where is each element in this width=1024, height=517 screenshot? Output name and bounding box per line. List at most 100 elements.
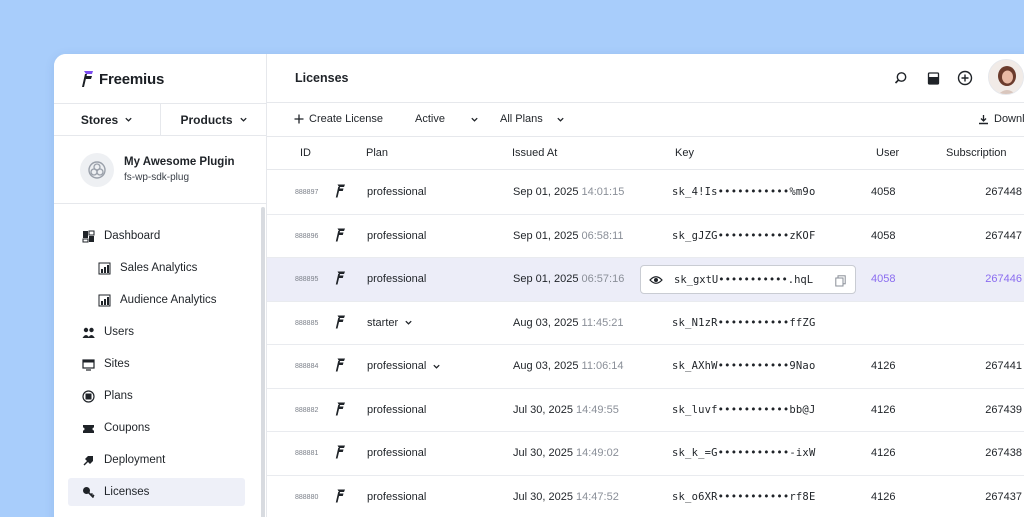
- table-row[interactable]: 888880 professional Jul 30, 2025 14:47:5…: [267, 476, 1024, 517]
- user-id-link[interactable]: 4126: [871, 404, 895, 416]
- license-key[interactable]: sk_4!Is•••••••••••%m9o: [672, 186, 815, 198]
- sidebar-item-sites[interactable]: Sites: [68, 350, 245, 378]
- plans-filter-value: All Plans: [500, 113, 543, 125]
- chart-icon: [98, 294, 111, 306]
- license-key[interactable]: sk_gxtU•••••••••••.hqL: [674, 274, 813, 286]
- download-label: Downl: [994, 113, 1024, 125]
- sidebar-nav: Dashboard Sales Analytics Audience Analy…: [68, 222, 245, 510]
- product-logo-icon: [335, 315, 346, 332]
- issued-date: Aug 03, 2025: [513, 360, 579, 372]
- license-id: 888880: [295, 493, 319, 501]
- sidebar-item-sales-analytics[interactable]: Sales Analytics: [68, 254, 245, 282]
- sidebar-item-label: Plans: [104, 390, 133, 402]
- stores-dropdown[interactable]: Stores: [54, 104, 160, 135]
- brand-logo[interactable]: Freemius: [81, 69, 164, 89]
- issued-time: 06:58:11: [581, 229, 624, 242]
- plans-filter-select[interactable]: All Plans: [500, 113, 565, 125]
- user-id-link[interactable]: 4058: [871, 186, 895, 198]
- chart-icon: [98, 262, 111, 274]
- license-key[interactable]: sk_N1zR•••••••••••ffZG: [672, 317, 815, 329]
- sidebar-item-label: Audience Analytics: [120, 294, 217, 306]
- user-id-link[interactable]: 4058: [871, 230, 895, 242]
- page-title: Licenses: [295, 71, 349, 85]
- chevron-down-icon: [405, 320, 412, 325]
- subscription-id-link[interactable]: 267447: [985, 230, 1022, 242]
- sites-icon: [82, 358, 95, 371]
- user-id-link[interactable]: 4126: [871, 360, 895, 372]
- plans-icon: [82, 389, 95, 403]
- plugin-selector[interactable]: My Awesome Plugin fs-wp-sdk-plug: [54, 136, 267, 204]
- sidebar-item-users[interactable]: Users: [68, 318, 245, 346]
- sidebar-item-label: Dashboard: [104, 230, 161, 242]
- sidebar-item-coupons[interactable]: Coupons: [68, 414, 245, 442]
- sidebar: Freemius Stores Products My Awesome Plug…: [54, 54, 267, 517]
- user-id-link[interactable]: 4058: [871, 273, 895, 285]
- product-logo-icon: [335, 184, 346, 201]
- subscription-id-link[interactable]: 267441: [985, 360, 1022, 372]
- download-button[interactable]: Downl: [978, 113, 1024, 125]
- status-filter-value: Active: [415, 113, 445, 125]
- column-header-plan[interactable]: Plan: [366, 147, 388, 159]
- create-license-button[interactable]: Create License: [294, 113, 383, 125]
- issued-date: Jul 30, 2025: [513, 447, 573, 459]
- license-id: 888882: [295, 406, 319, 414]
- table-row[interactable]: 888897 professional Sep 01, 2025 14:01:1…: [267, 171, 1024, 215]
- license-key[interactable]: sk_luvf•••••••••••bb@J: [672, 404, 815, 416]
- subscription-id-link[interactable]: 267437: [985, 491, 1022, 503]
- copy-icon[interactable]: [835, 274, 846, 292]
- sidebar-item-deployment[interactable]: Deployment: [68, 446, 245, 474]
- table-row[interactable]: 888885 starter Aug 03, 2025 11:45:21 sk_…: [267, 302, 1024, 345]
- sidebar-item-label: Coupons: [104, 422, 151, 434]
- products-dropdown[interactable]: Products: [160, 104, 267, 135]
- column-header-user[interactable]: User: [876, 147, 899, 159]
- table-row[interactable]: 888896 professional Sep 01, 2025 06:58:1…: [267, 215, 1024, 258]
- license-key[interactable]: sk_AXhW•••••••••••9Nao: [672, 360, 815, 372]
- license-id: 888881: [295, 450, 319, 457]
- column-header-key[interactable]: Key: [675, 147, 694, 159]
- subscription-id-link[interactable]: 267446: [985, 273, 1022, 285]
- table-row[interactable]: 888884 professional Aug 03, 2025 11:06:1…: [267, 345, 1024, 389]
- store-icon[interactable]: [924, 69, 942, 87]
- plan-name: professional: [367, 186, 427, 198]
- license-id: 888896: [295, 232, 319, 240]
- product-logo-icon: [335, 402, 346, 419]
- sidebar-item-plans[interactable]: Plans: [68, 382, 245, 410]
- chevron-down-icon: [125, 117, 132, 122]
- table-header: ID Plan Issued At Key User Subscription: [267, 137, 1024, 170]
- add-circle-icon[interactable]: [956, 69, 974, 87]
- column-header-issued-at[interactable]: Issued At: [512, 147, 557, 159]
- table-row-highlighted[interactable]: 888895 professional Sep 01, 2025 06:57:1…: [267, 258, 1024, 302]
- table-row[interactable]: 888881 professional Jul 30, 2025 14:49:0…: [267, 432, 1024, 476]
- license-key[interactable]: sk_gJZG•••••••••••zKOF: [672, 230, 815, 242]
- plan-name: professional: [367, 447, 427, 459]
- plugin-title: My Awesome Plugin: [124, 156, 235, 168]
- plan-name: professional: [367, 273, 427, 285]
- subscription-id-link[interactable]: 267438: [985, 447, 1022, 459]
- sidebar-scrollbar[interactable]: [261, 207, 265, 517]
- license-key[interactable]: sk_k_=G•••••••••••-ixW: [672, 447, 815, 459]
- license-key-field[interactable]: sk_gxtU•••••••••••.hqL: [640, 265, 856, 294]
- sidebar-item-licenses[interactable]: Licenses: [68, 478, 245, 506]
- subscription-id-link[interactable]: 267448: [985, 186, 1022, 198]
- license-id: 888885: [295, 319, 319, 327]
- column-header-id[interactable]: ID: [300, 147, 311, 159]
- main-content: Licenses Create License Active All Plans…: [267, 54, 1024, 517]
- issued-time: 11:06:14: [581, 360, 624, 372]
- chevron-down-icon: [239, 117, 247, 122]
- status-filter-select[interactable]: Active: [415, 113, 479, 125]
- top-bar: Licenses: [267, 54, 1024, 103]
- license-key[interactable]: sk_o6XR•••••••••••rf8E: [672, 491, 815, 503]
- search-icon[interactable]: [892, 69, 910, 87]
- user-id-link[interactable]: 4126: [871, 447, 895, 459]
- sidebar-item-dashboard[interactable]: Dashboard: [68, 222, 245, 250]
- product-logo-icon: [335, 228, 346, 245]
- user-avatar[interactable]: [988, 59, 1024, 95]
- user-id-link[interactable]: 4126: [871, 491, 895, 503]
- table-row[interactable]: 888882 professional Jul 30, 2025 14:49:5…: [267, 389, 1024, 432]
- eye-icon[interactable]: [649, 273, 663, 287]
- subscription-id-link[interactable]: 267439: [985, 404, 1022, 416]
- products-label: Products: [180, 112, 233, 127]
- issued-date: Jul 30, 2025: [513, 490, 573, 503]
- sidebar-item-audience-analytics[interactable]: Audience Analytics: [68, 286, 245, 314]
- column-header-subscription[interactable]: Subscription: [946, 147, 1007, 159]
